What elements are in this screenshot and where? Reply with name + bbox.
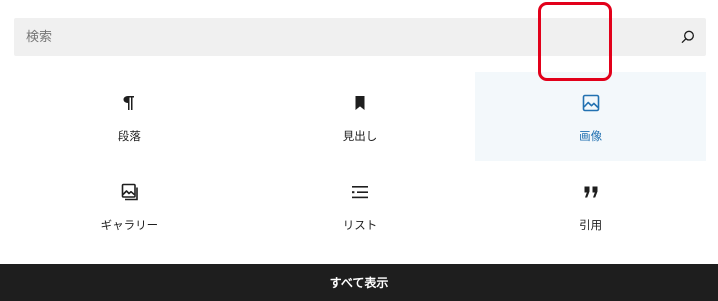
block-label: リスト xyxy=(342,218,378,232)
search-icon[interactable] xyxy=(678,27,698,47)
block-list[interactable]: リスト xyxy=(245,161,476,250)
block-heading[interactable]: 見出し xyxy=(245,72,476,161)
block-paragraph[interactable]: 段落 xyxy=(14,72,245,161)
block-quote[interactable]: 引用 xyxy=(475,161,706,250)
block-gallery[interactable]: ギャラリー xyxy=(14,161,245,250)
block-label: 見出し xyxy=(342,129,378,143)
block-image[interactable]: 画像 xyxy=(475,72,706,161)
show-all-button[interactable]: すべて表示 xyxy=(0,264,718,301)
bookmark-icon xyxy=(348,91,372,115)
quote-icon xyxy=(579,180,603,204)
block-label: ギャラリー xyxy=(100,218,159,232)
paragraph-icon xyxy=(117,91,141,115)
list-icon xyxy=(348,180,372,204)
block-grid: 段落 見出し 画像 ギャラリー リスト 引用 xyxy=(14,72,706,250)
block-label: 画像 xyxy=(579,129,603,143)
block-label: 引用 xyxy=(579,218,603,232)
block-label: 段落 xyxy=(117,129,141,143)
gallery-icon xyxy=(117,180,141,204)
search-box xyxy=(14,18,706,56)
image-icon xyxy=(579,91,603,115)
search-input[interactable] xyxy=(14,18,706,56)
